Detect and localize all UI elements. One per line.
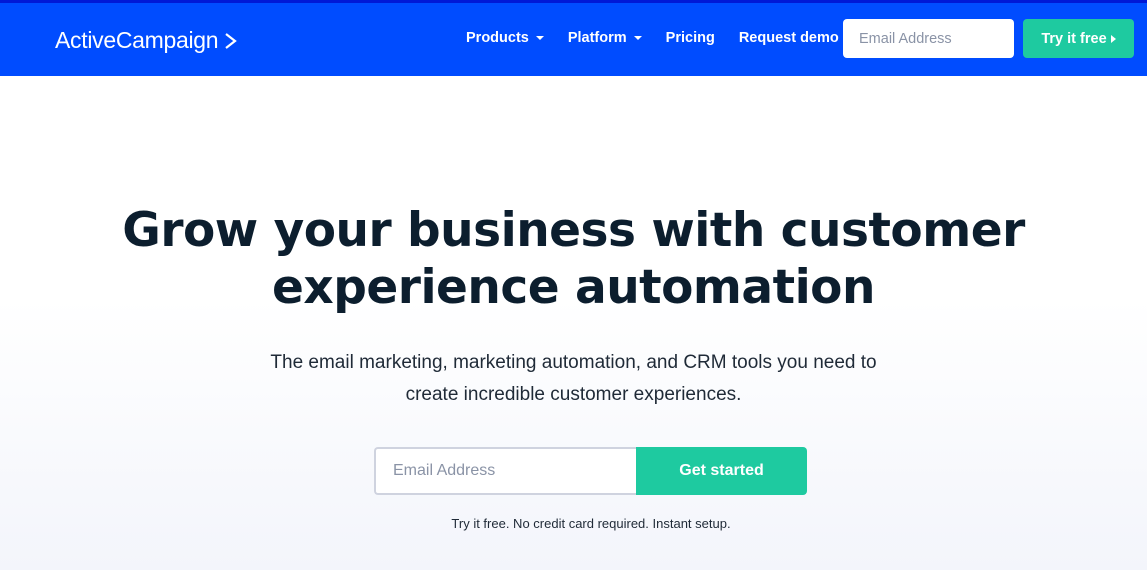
hero-subtext: The email marketing, marketing automatio… [0,347,1147,411]
nav-item-request-demo[interactable]: Request demo [739,30,839,46]
nav-item-label: Platform [567,30,627,46]
chevron-right-icon [225,32,238,49]
subtext-line-1: The email marketing, marketing automatio… [270,352,877,373]
top-navigation-bar: ActiveCampaign Products Platform Pricing… [0,0,1147,76]
caret-down-icon [535,36,544,40]
header-email-input[interactable] [843,19,1014,58]
hero-headline: Grow your business with customer experie… [0,202,1147,316]
logo-text: ActiveCampaign [55,27,219,53]
get-started-button[interactable]: Get started [636,447,807,495]
nav-item-label: Products [466,30,529,46]
nav-item-label: Request demo [738,30,839,46]
signup-form: Get started [374,447,807,495]
try-it-free-button[interactable]: Try it free [1023,19,1134,58]
hero-email-input[interactable] [374,447,636,495]
caret-right-icon [1110,34,1116,43]
nav-item-products[interactable]: Products [466,30,544,46]
headline-line-1: Grow your business with customer [122,203,1025,258]
nav-item-platform[interactable]: Platform [568,30,642,46]
nav-item-label: Pricing [665,30,715,46]
signup-note: Try it free. No credit card required. In… [451,516,731,531]
subtext-line-2: create incredible customer experiences. [405,384,742,405]
hero-section: Grow your business with customer experie… [0,76,1147,570]
headline-line-2: experience automation [272,260,875,315]
nav-item-pricing[interactable]: Pricing [666,30,715,46]
try-it-free-label: Try it free [1041,30,1107,47]
activecampaign-logo[interactable]: ActiveCampaign [55,27,238,54]
caret-down-icon [633,36,642,40]
main-nav: Products Platform Pricing Request demo [466,30,863,46]
